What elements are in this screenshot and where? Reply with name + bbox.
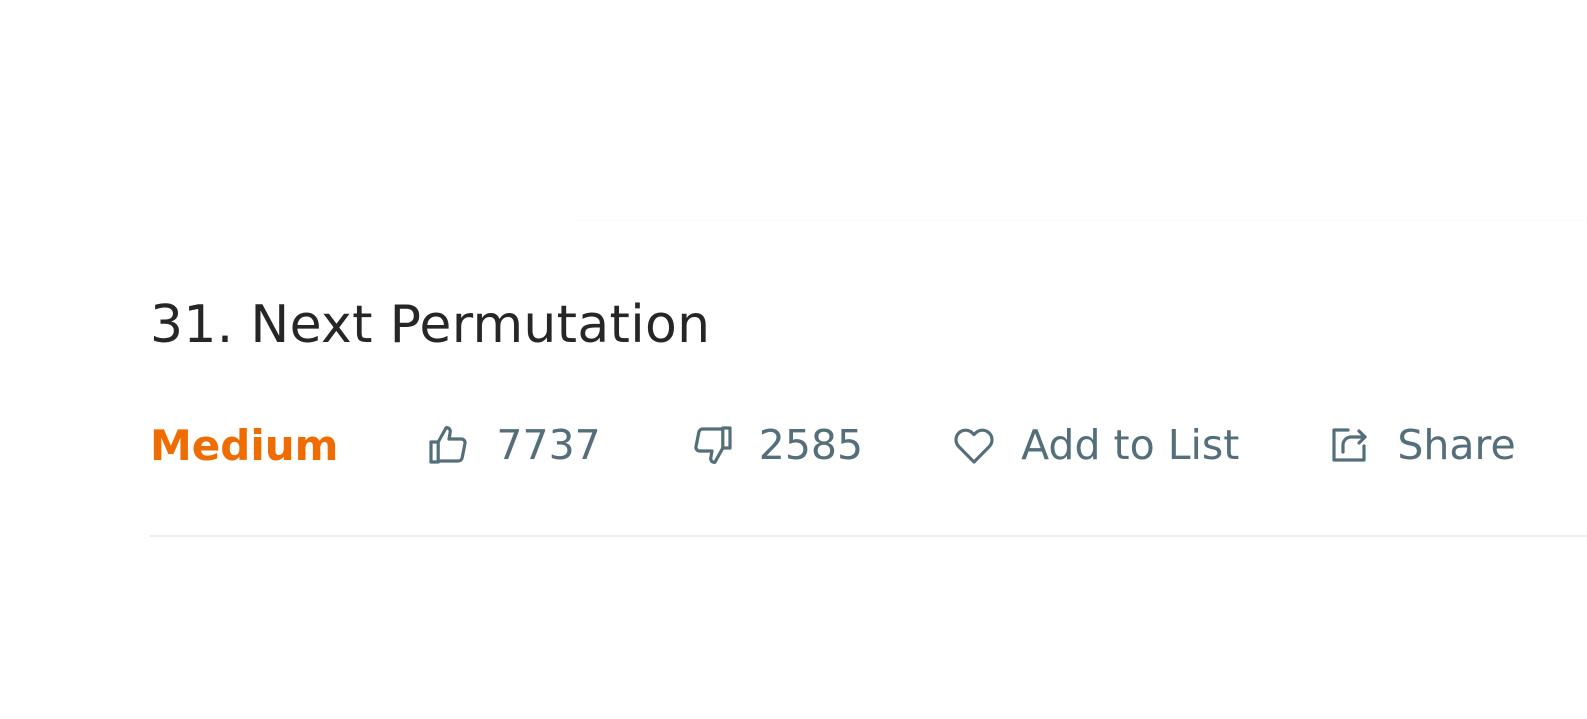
question-header: 31. Next Permutation bbox=[150, 290, 1587, 360]
header-divider bbox=[150, 535, 1587, 537]
add-to-list-button[interactable]: Add to List bbox=[949, 420, 1239, 470]
share-button[interactable]: Share bbox=[1325, 420, 1516, 470]
question-title: 31. Next Permutation bbox=[150, 295, 711, 355]
difficulty-label: Medium bbox=[150, 420, 339, 470]
thumbs-down-icon bbox=[687, 420, 737, 470]
dislike-count: 2585 bbox=[758, 421, 864, 469]
dislike-button[interactable]: 2585 bbox=[687, 420, 863, 470]
add-to-list-label: Add to List bbox=[1021, 421, 1240, 469]
question-meta-row: Medium 7737 2585 Add to List Share bbox=[150, 410, 1516, 480]
like-button[interactable]: 7737 bbox=[424, 420, 601, 470]
share-label: Share bbox=[1397, 421, 1516, 469]
thumbs-up-icon bbox=[424, 420, 474, 470]
top-separator bbox=[570, 220, 1587, 221]
heart-icon bbox=[949, 420, 999, 470]
share-icon bbox=[1325, 420, 1375, 470]
like-count: 7737 bbox=[496, 421, 601, 469]
